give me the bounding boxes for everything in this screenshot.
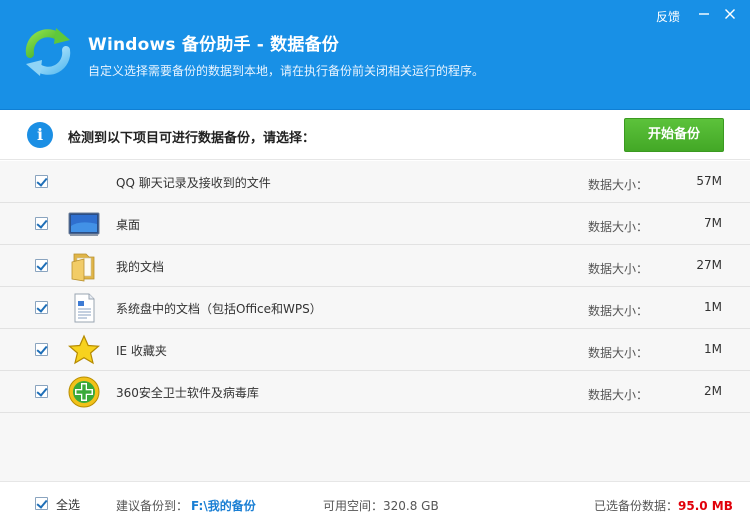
detect-message: 检测到以下项目可进行数据备份，请选择： — [68, 131, 316, 146]
item-label: 桌面 — [116, 218, 141, 232]
item-size: 2M — [704, 384, 722, 398]
list-item-ie-favorites[interactable]: IE 收藏夹 数据大小： 1M — [0, 329, 750, 371]
select-all-label[interactable]: 全选 — [56, 496, 80, 513]
desktop-icon — [68, 212, 100, 236]
item-size: 7M — [704, 216, 722, 230]
item-size-label: 数据大小： — [588, 178, 649, 192]
info-icon: i — [27, 122, 53, 148]
list-item-system-documents[interactable]: 系统盘中的文档（包括Office和WPS） 数据大小： 1M — [0, 287, 750, 329]
close-button[interactable] — [720, 5, 740, 25]
backup-item-list: QQ 聊天记录及接收到的文件 数据大小： 57M 桌面 数据大小： 7M 我的文… — [0, 161, 750, 481]
item-label: 系统盘中的文档（包括Office和WPS） — [116, 302, 322, 316]
info-bar: i 检测到以下项目可进行数据备份，请选择： 开始备份 — [0, 110, 750, 160]
list-item-360-security[interactable]: 360安全卫士软件及病毒库 数据大小： 2M — [0, 371, 750, 413]
item-size: 27M — [696, 258, 722, 272]
item-size-label: 数据大小： — [588, 304, 649, 318]
360-icon — [68, 376, 100, 408]
minimize-button[interactable] — [694, 5, 714, 25]
list-item-desktop[interactable]: 桌面 数据大小： 7M — [0, 203, 750, 245]
item-checkbox[interactable] — [35, 301, 48, 314]
item-label: 我的文档 — [116, 260, 165, 274]
item-checkbox[interactable] — [35, 385, 48, 398]
available-space: 可用空间：320.8 GB — [323, 497, 439, 514]
list-item-qq[interactable]: QQ 聊天记录及接收到的文件 数据大小： 57M — [0, 161, 750, 203]
window-title: Windows 备份助手 - 数据备份 — [88, 35, 339, 55]
item-checkbox[interactable] — [35, 343, 48, 356]
list-item-documents[interactable]: 我的文档 数据大小： 27M — [0, 245, 750, 287]
selected-data-label: 已选备份数据： — [594, 499, 679, 513]
backup-path-link[interactable]: F:\我的备份 — [191, 497, 256, 514]
suggest-path-label: 建议备份到： — [116, 499, 189, 513]
available-space-label: 可用空间： — [323, 499, 384, 513]
item-label: IE 收藏夹 — [116, 344, 167, 358]
header-banner: Windows 备份助手 - 数据备份 自定义选择需要备份的数据到本地，请在执行… — [0, 0, 750, 110]
backup-refresh-icon — [25, 28, 71, 76]
item-size: 57M — [696, 174, 722, 188]
item-checkbox[interactable] — [35, 175, 48, 188]
selected-data-value: 95.0 MB — [678, 499, 733, 513]
item-size-label: 数据大小： — [588, 388, 649, 402]
footer-bar: 全选 建议备份到： F:\我的备份 可用空间：320.8 GB 已选备份数据：9… — [0, 481, 750, 520]
folder-icon — [71, 253, 95, 282]
available-space-value: 320.8 GB — [383, 499, 439, 513]
item-checkbox[interactable] — [35, 259, 48, 272]
document-icon — [74, 293, 95, 323]
item-size-label: 数据大小： — [588, 346, 649, 360]
item-size: 1M — [704, 342, 722, 356]
item-label: QQ 聊天记录及接收到的文件 — [116, 176, 271, 190]
feedback-link[interactable]: 反馈 — [656, 8, 680, 25]
window-subtitle: 自定义选择需要备份的数据到本地，请在执行备份前关闭相关运行的程序。 — [88, 64, 485, 78]
minimize-icon — [699, 13, 709, 15]
item-size: 1M — [704, 300, 722, 314]
selected-data-size: 已选备份数据：95.0 MB — [594, 497, 733, 514]
item-checkbox[interactable] — [35, 217, 48, 230]
item-size-label: 数据大小： — [588, 262, 649, 276]
select-all-checkbox[interactable] — [35, 497, 48, 510]
star-icon — [68, 334, 100, 365]
item-label: 360安全卫士软件及病毒库 — [116, 386, 259, 400]
close-icon — [725, 9, 735, 19]
start-backup-button[interactable]: 开始备份 — [624, 118, 724, 152]
item-size-label: 数据大小： — [588, 220, 649, 234]
